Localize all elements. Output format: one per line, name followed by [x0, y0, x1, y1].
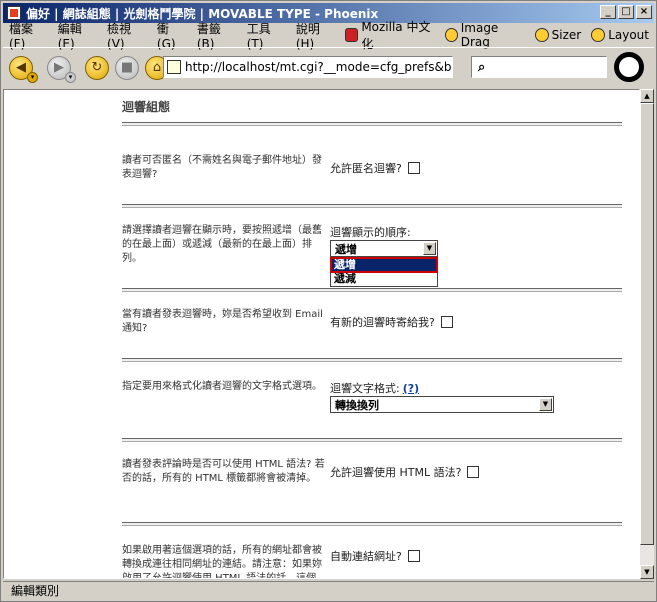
chevron-down-icon[interactable]: ▼ [423, 242, 436, 255]
autolink-option: 自動連結網址? [330, 548, 420, 564]
text-format-select[interactable]: 轉換換列 ▼ [330, 396, 554, 413]
forward-button[interactable]: ▶ ▾ [47, 55, 76, 83]
divider [122, 438, 622, 442]
divider [122, 288, 622, 292]
autolink-checkbox[interactable] [407, 550, 420, 562]
comment-order-description: 請選擇讀者迴響在顯示時，要按照遞增（最舊的在最上面）或遞減（最新的在最上面）排列… [122, 225, 322, 264]
menu-tools[interactable]: 工具(T) [241, 20, 290, 51]
search-input[interactable]: ⌕ [471, 56, 607, 78]
layout-icon [591, 28, 606, 42]
window-controls: _ □ × [600, 5, 652, 19]
menu-sizer[interactable]: Sizer [530, 28, 587, 42]
sizer-icon [534, 28, 549, 42]
image-drag-icon [444, 28, 458, 42]
close-button[interactable]: × [636, 5, 652, 19]
anonymous-comments-option: 允許匿名迴響? [330, 160, 420, 176]
dropdown-option-ascending[interactable]: 遞增 [330, 257, 438, 273]
menu-bookmarks[interactable]: 書籤(B) [191, 20, 241, 51]
stop-button[interactable]: ■ [115, 55, 139, 80]
divider [122, 204, 622, 208]
menu-help[interactable]: 說明(H) [290, 20, 341, 51]
stop-icon: ■ [120, 59, 134, 75]
app-icon [7, 6, 21, 20]
page-proxy-icon [167, 60, 181, 74]
back-button[interactable]: ◀ ▾ [9, 55, 38, 83]
divider [122, 122, 622, 126]
divider [122, 358, 622, 362]
comment-order-dropdown: 遞增 遞減 [330, 257, 438, 287]
comment-order-select[interactable]: 遞增 ▼ [330, 240, 438, 257]
divider [122, 522, 622, 526]
search-icon: ⌕ [478, 59, 486, 75]
mozilla-dino-icon [345, 28, 359, 42]
menu-go[interactable]: 衝(G) [151, 20, 191, 51]
maximize-button[interactable]: □ [618, 5, 634, 19]
forward-history-dropdown[interactable]: ▾ [65, 71, 76, 83]
reload-icon: ↻ [91, 59, 103, 75]
email-notify-checkbox[interactable] [440, 316, 453, 328]
scroll-down-button[interactable]: ▼ [640, 565, 654, 579]
menu-image-drag[interactable]: Image Drag [440, 21, 530, 49]
scroll-thumb[interactable] [640, 103, 654, 545]
menu-edit[interactable]: 編輯(E) [52, 20, 101, 51]
section-title: 迴響組態 [122, 100, 171, 114]
scroll-up-button[interactable]: ▲ [640, 89, 654, 103]
url-bar[interactable]: http://localhost/mt.cgi?__mode=cfg_prefs… [163, 56, 453, 78]
anonymous-comments-description: 讀者可否匿名（不需姓名與電子郵件地址）發表迴響? [122, 155, 322, 180]
autolink-description: 如果啟用著這個選項的話，所有的網址都會被轉換成連往相同網址的連結。請注意：如果妳… [122, 545, 322, 579]
vertical-scrollbar[interactable]: ▲ ▼ [640, 89, 654, 579]
status-text: 編輯類別 [11, 584, 60, 598]
html-comments-description: 讀者發表評論時是否可以使用 HTML 語法? 若否的話，所有的 HTML 標籤都… [122, 459, 325, 484]
email-notify-option: 有新的迴響時寄給我? [330, 314, 453, 330]
page-content: 迴響組態 讀者可否匿名（不需姓名與電子郵件地址）發表迴響? 允許匿名迴響? 請選… [3, 89, 640, 579]
navigation-toolbar: ◀ ▾ ▶ ▾ ↻ ■ ⌂ http://localhost/mt.cgi?__… [3, 47, 654, 87]
menu-layout[interactable]: Layout [586, 28, 654, 42]
dropdown-option-descending[interactable]: 遞減 [331, 272, 437, 286]
throbber-icon [614, 52, 644, 82]
text-format-description: 指定要用來格式化讀者迴響的文字格式選項。 [122, 381, 322, 392]
help-link[interactable]: (?) [403, 382, 419, 395]
menu-file[interactable]: 檔案(F) [3, 20, 52, 51]
text-format-label: 迴響文字格式: (?) [330, 381, 420, 396]
browser-window: 偏好 | 網誌組態 | 光劍格鬥學院 | MOVABLE TYPE - Phoe… [0, 0, 657, 602]
minimize-button[interactable]: _ [600, 5, 616, 19]
anonymous-comments-checkbox[interactable] [407, 162, 420, 174]
email-notify-description: 當有讀者發表迴響時，妳是否希望收到 Email 通知? [122, 309, 323, 334]
status-bar: 編輯類別 [3, 581, 654, 599]
menu-view[interactable]: 檢視(V) [101, 20, 151, 51]
back-history-dropdown[interactable]: ▾ [27, 71, 38, 83]
chevron-down-icon[interactable]: ▼ [539, 398, 552, 411]
comment-order-label: 迴響顯示的順序: [330, 226, 411, 239]
html-comments-checkbox[interactable] [467, 466, 480, 478]
html-comments-option: 允許迴響使用 HTML 語法? [330, 464, 480, 480]
menu-bar: 檔案(F) 編輯(E) 檢視(V) 衝(G) 書籤(B) 工具(T) 說明(H)… [3, 20, 654, 51]
reload-button[interactable]: ↻ [85, 55, 109, 80]
url-text: http://localhost/mt.cgi?__mode=cfg_prefs… [185, 60, 453, 74]
